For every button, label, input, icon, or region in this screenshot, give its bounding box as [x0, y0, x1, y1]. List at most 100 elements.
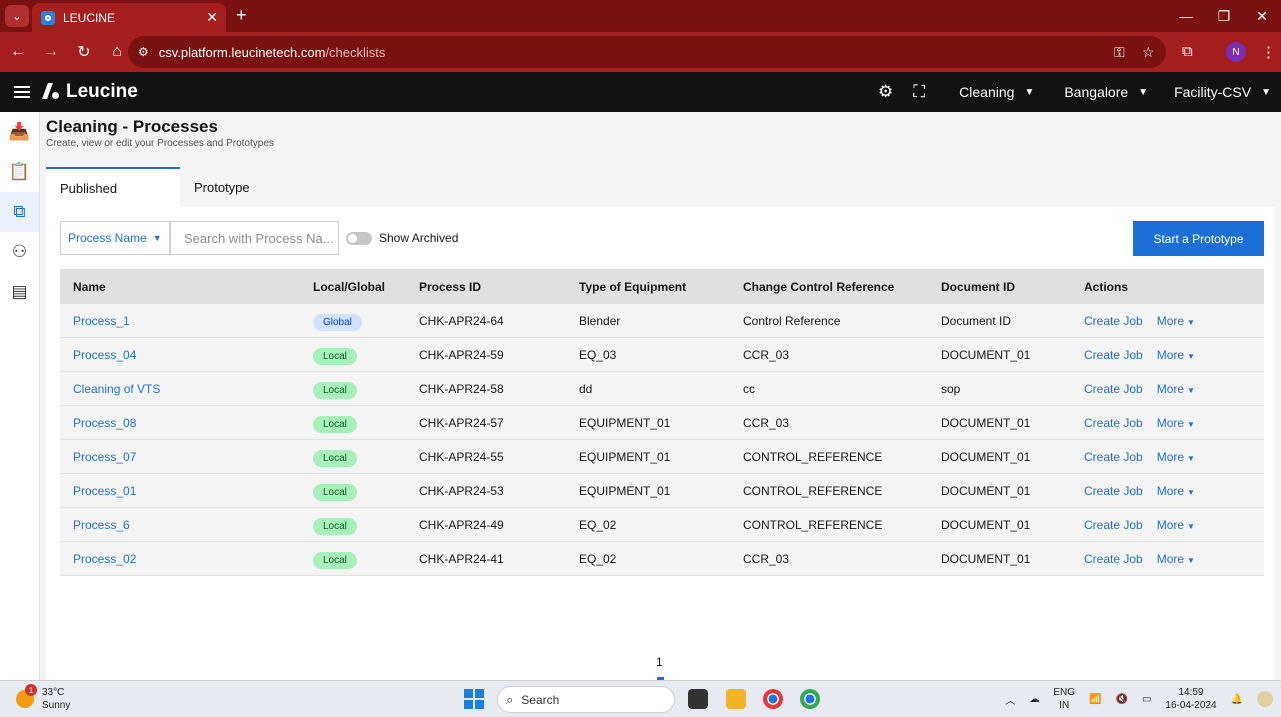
tab-search-button[interactable]: ⌄ — [5, 5, 29, 27]
more-menu-button[interactable]: More ▼ — [1157, 484, 1195, 498]
restore-icon[interactable]: ❐ — [1205, 0, 1243, 32]
more-menu-button[interactable]: More ▼ — [1157, 518, 1195, 532]
process-name-link[interactable]: Process_6 — [73, 518, 130, 532]
caret-down-icon: ▼ — [1187, 419, 1195, 429]
caret-down-icon: ▼ — [1187, 385, 1195, 395]
table-row: Process_6 Local CHK-APR24-49 EQ_02 CONTROL_R… — [60, 508, 1264, 542]
close-icon[interactable]: ✕ — [206, 9, 218, 26]
process-name-link[interactable]: Process_08 — [73, 416, 136, 430]
more-menu-button[interactable]: More ▼ — [1157, 552, 1195, 566]
process-name-link[interactable]: Process_02 — [73, 552, 136, 566]
sidebar: 📥 📋 ⧉ ⚇ ▤ — [0, 112, 40, 680]
more-label: More — [1156, 313, 1185, 328]
equipment-type: Blender — [579, 313, 621, 328]
process-name-link[interactable]: Cleaning of VTS — [73, 382, 160, 396]
battery-icon[interactable]: ▭ — [1142, 693, 1151, 706]
tab-prototype[interactable]: Prototype — [180, 167, 314, 207]
process-name-link[interactable]: Process_07 — [73, 450, 136, 464]
chrome-profile-icon[interactable] — [800, 689, 820, 709]
facility-selector[interactable]: Facility-CSV ▼ — [1174, 84, 1271, 100]
more-menu-button[interactable]: More ▼ — [1157, 382, 1195, 396]
change-control-ref: CCR_03 — [743, 551, 790, 566]
more-label: More — [1156, 415, 1185, 430]
leucine-logo-icon — [42, 83, 60, 101]
create-job-link[interactable]: Create Job — [1084, 484, 1143, 498]
windows-start-icon[interactable] — [464, 689, 484, 709]
equipment-type: EQ_02 — [579, 551, 617, 566]
column-header: Actions — [1084, 279, 1129, 294]
more-menu-button[interactable]: More ▼ — [1157, 314, 1195, 328]
page-title: Cleaning - Processes — [46, 117, 218, 136]
create-job-link[interactable]: Create Job — [1084, 382, 1143, 396]
change-control-ref: CONTROL_REFERENCE — [743, 483, 883, 498]
more-menu-button[interactable]: More ▼ — [1157, 416, 1195, 430]
process-name-link[interactable]: Process_04 — [73, 348, 136, 362]
processes-table: Name Local/Global Process ID Type of Equ… — [60, 269, 1264, 576]
copilot-icon[interactable] — [1257, 691, 1273, 707]
language-indicator[interactable]: ENG IN — [1053, 686, 1075, 712]
site-selector[interactable]: Bangalore ▼ — [1064, 84, 1148, 100]
create-job-link[interactable]: Create Job — [1084, 518, 1143, 532]
notification-bell-icon[interactable]: 🔔 — [1231, 693, 1243, 706]
table-row: Process_1 Global CHK-APR24-64 Blender Contro… — [60, 304, 1264, 338]
process-name-link[interactable]: Process_01 — [73, 484, 136, 498]
caret-down-icon: ▼ — [1187, 555, 1195, 565]
more-menu-button[interactable]: More ▼ — [1157, 348, 1195, 362]
volume-muted-icon[interactable]: 🔇 — [1115, 693, 1127, 706]
window-close-icon[interactable]: ✕ — [1243, 0, 1281, 32]
wifi-icon[interactable]: 📶 — [1089, 693, 1101, 706]
settings-gear-icon[interactable]: ⚙ — [878, 82, 893, 102]
scope-badge: Local — [313, 450, 357, 467]
process-name-link[interactable]: Process_1 — [73, 314, 130, 328]
file-explorer-icon[interactable] — [726, 689, 746, 709]
leucine-favicon-icon — [41, 10, 55, 25]
password-key-icon[interactable]: ⚿ — [1114, 44, 1125, 61]
create-job-link[interactable]: Create Job — [1084, 416, 1143, 430]
chrome-icon[interactable] — [763, 689, 783, 709]
sidebar-item-jobs[interactable]: 📋 — [0, 152, 39, 192]
back-icon[interactable]: ← — [3, 43, 33, 61]
create-job-link[interactable]: Create Job — [1084, 348, 1143, 362]
scan-icon[interactable]: ⛶ — [913, 82, 925, 102]
reload-icon[interactable]: ↻ — [69, 42, 99, 62]
tab-published[interactable]: Published — [46, 167, 180, 207]
sidebar-item-inbox[interactable]: 📥 — [0, 112, 39, 152]
more-menu-button[interactable]: More ▼ — [1157, 450, 1195, 464]
use-case-selector[interactable]: Cleaning ▼ — [959, 84, 1034, 100]
table-header: Name Local/Global Process ID Type of Equ… — [60, 269, 1264, 304]
search-input[interactable]: Search with Process Na... — [170, 221, 339, 255]
start-prototype-button[interactable]: Start a Prototype — [1133, 221, 1264, 256]
minimize-icon[interactable]: — — [1167, 0, 1205, 32]
browser-tab[interactable]: LEUCINE ✕ — [32, 3, 226, 32]
forward-icon[interactable]: → — [36, 43, 66, 61]
sidebar-item-ontology[interactable]: ⚇ — [0, 232, 39, 272]
weather-widget[interactable]: 1 33°C Sunny — [16, 684, 70, 712]
new-tab-icon[interactable]: + — [236, 5, 247, 26]
site-info-icon[interactable]: ⚙ — [138, 45, 149, 59]
chevron-up-icon[interactable]: ︿ — [1005, 692, 1015, 707]
page-number[interactable]: 1 — [656, 655, 663, 669]
app-logo[interactable]: Leucine — [42, 81, 138, 103]
sidebar-item-processes[interactable]: ⧉ — [0, 192, 39, 232]
create-job-link[interactable]: Create Job — [1084, 552, 1143, 566]
filter-field-select[interactable]: Process Name ▼ — [60, 221, 170, 255]
notification-badge: 1 — [25, 684, 37, 696]
browser-menu-icon[interactable]: ⋮ — [1261, 43, 1276, 61]
scope-badge: Global — [313, 314, 362, 331]
profile-avatar[interactable]: N — [1226, 42, 1246, 62]
chevron-down-icon: ▼ — [1138, 86, 1149, 98]
more-label: More — [1156, 551, 1185, 566]
onedrive-icon[interactable]: ☁ — [1029, 693, 1039, 706]
show-archived-toggle[interactable] — [346, 232, 372, 245]
task-view-icon[interactable] — [688, 689, 708, 709]
more-label: More — [1156, 449, 1185, 464]
bookmark-star-icon[interactable]: ☆ — [1142, 44, 1155, 61]
taskbar-search[interactable]: ⌕ Search — [497, 686, 675, 713]
create-job-link[interactable]: Create Job — [1084, 450, 1143, 464]
clock[interactable]: 14:59 16-04-2024 — [1165, 686, 1216, 712]
create-job-link[interactable]: Create Job — [1084, 314, 1143, 328]
address-bar[interactable]: ⚙ csv.platform.leucinetech.com /checklis… — [128, 36, 1166, 68]
extensions-icon[interactable]: ⧉ — [1182, 43, 1193, 60]
hamburger-menu-icon[interactable] — [14, 83, 30, 101]
sidebar-item-reports[interactable]: ▤ — [0, 272, 39, 312]
